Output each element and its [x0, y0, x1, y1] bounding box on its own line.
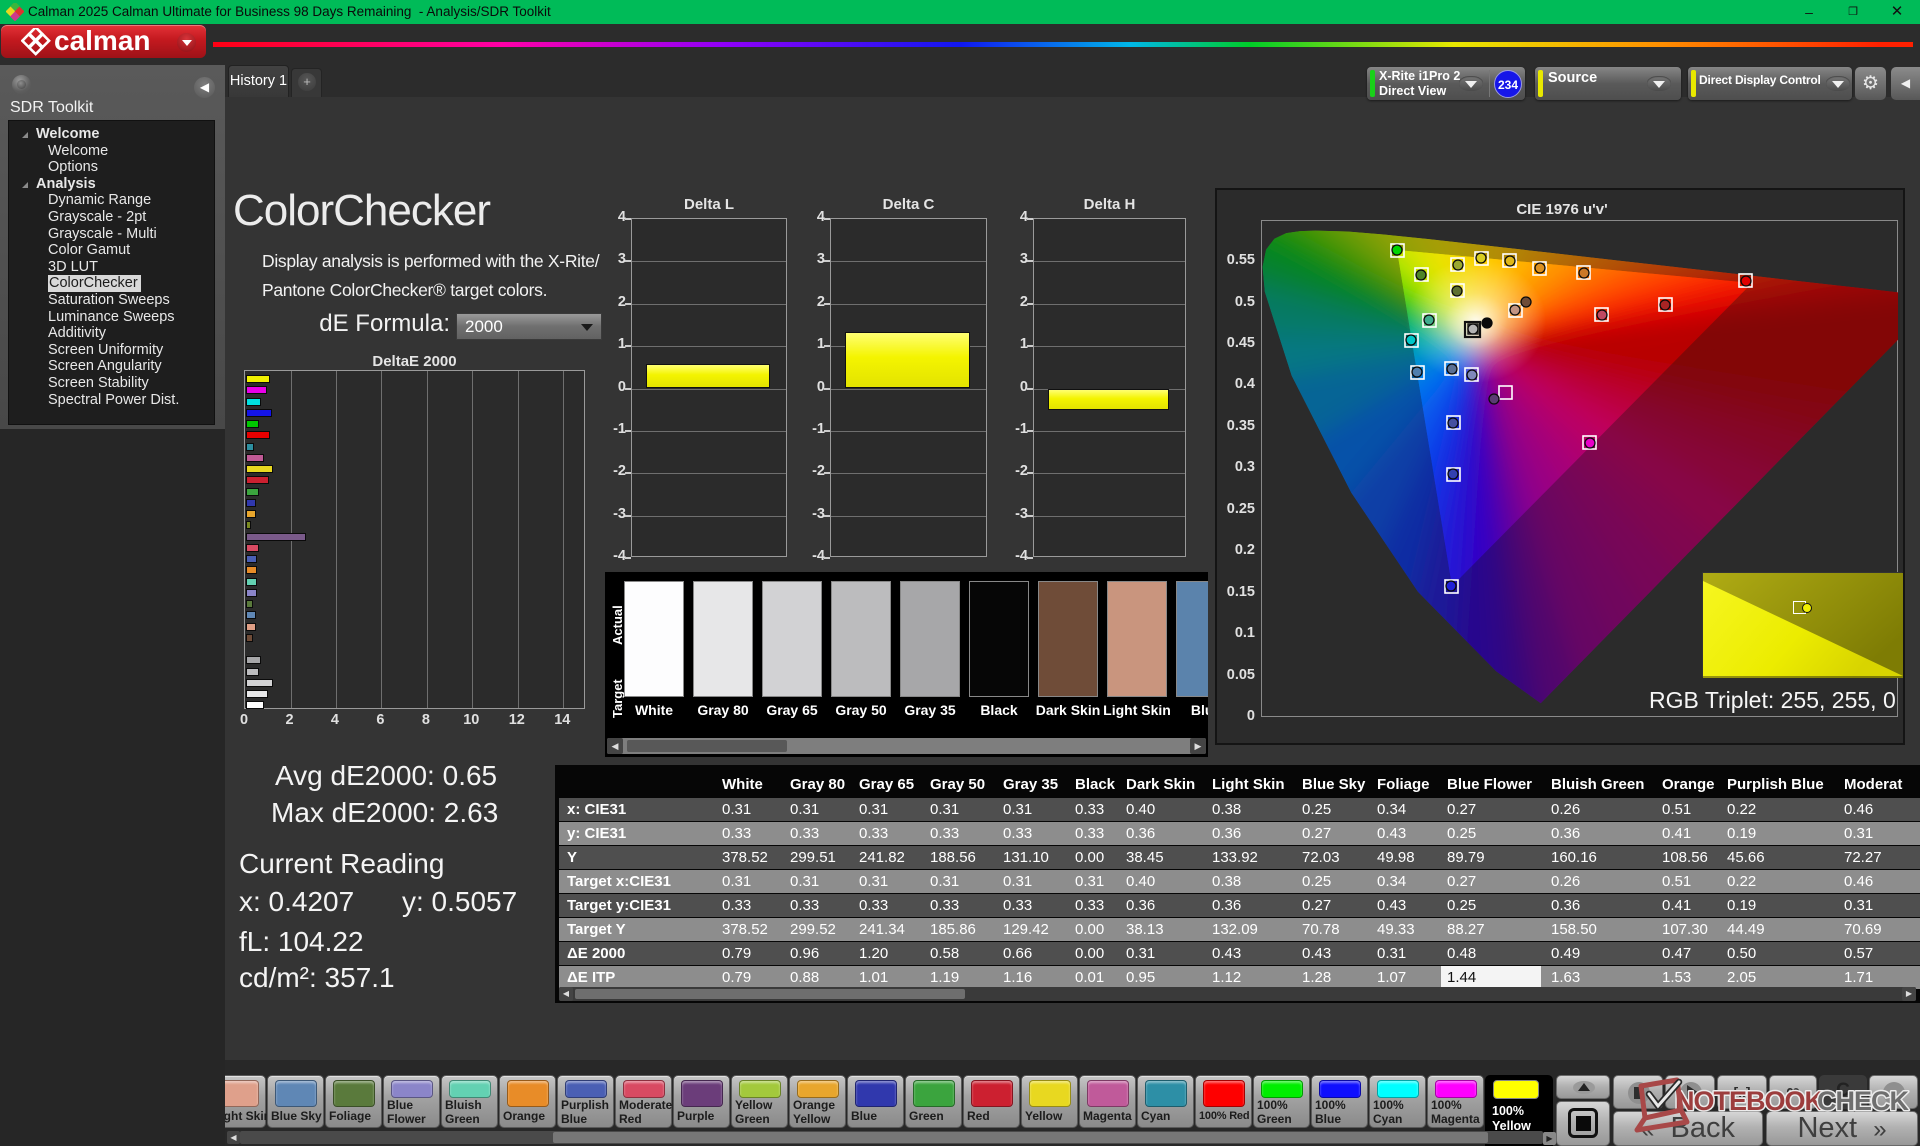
svg-text:CHECK: CHECK — [1817, 1086, 1910, 1116]
svg-text:NOTEBOOK: NOTEBOOK — [1675, 1086, 1825, 1116]
